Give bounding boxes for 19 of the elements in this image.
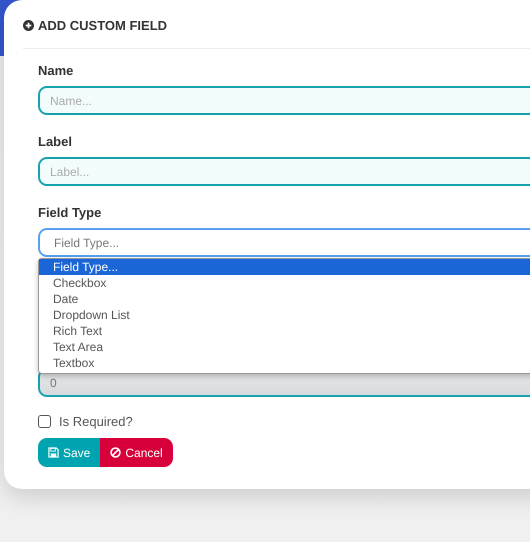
checkbox[interactable]	[38, 415, 51, 428]
input-field[interactable]: Name...	[38, 86, 530, 115]
input-field[interactable]: Label...	[38, 157, 530, 186]
dropdown-option[interactable]: Text Area	[39, 339, 530, 355]
select-field[interactable]: Field Type...	[38, 228, 530, 257]
field-label: Label	[38, 134, 73, 150]
ban-icon	[110, 447, 122, 458]
dropdown-option[interactable]: Textbox	[39, 355, 530, 371]
field-label: Name	[38, 63, 74, 79]
plus-circle-icon	[23, 20, 34, 30]
dropdown-option[interactable]: Field Type...	[39, 259, 530, 275]
dialog-title: ADD CUSTOM FIELD	[38, 18, 168, 32]
cancel-button[interactable]: Cancel	[100, 438, 173, 467]
dropdown-option[interactable]: Date	[39, 291, 530, 307]
field-label: Field Type	[38, 205, 102, 221]
dropdown-option[interactable]: Rich Text	[39, 323, 530, 339]
dropdown-option[interactable]: Checkbox	[39, 275, 530, 291]
checkbox-label: Is Required?	[59, 414, 133, 429]
dropdown-option[interactable]: Dropdown List	[39, 307, 530, 323]
